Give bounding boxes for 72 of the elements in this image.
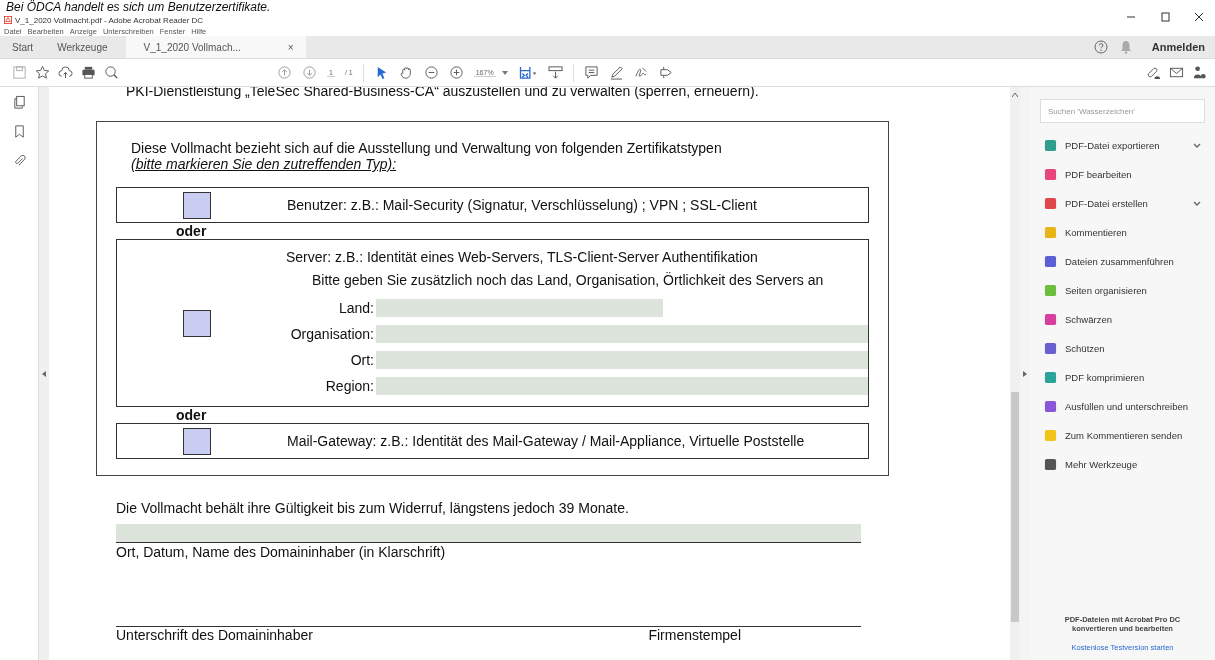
scroll-up-icon[interactable] — [1012, 93, 1018, 97]
hand-icon[interactable] — [398, 65, 414, 80]
separator-text: oder — [175, 408, 208, 423]
field-label: Organisation: — [289, 326, 374, 342]
tool-item[interactable]: Kommentieren — [1040, 218, 1205, 247]
scrollbar[interactable] — [1010, 87, 1020, 660]
signature-icon[interactable] — [633, 65, 649, 80]
search-field[interactable]: Suchen 'Wasserzeichen' — [1040, 99, 1205, 123]
separator-text: oder — [175, 224, 208, 239]
collapse-left-icon[interactable] — [42, 370, 46, 377]
checkbox[interactable] — [183, 191, 211, 219]
option-text: Server: z.B.: Identität eines Web-Servers, TLS-Client-Server Authentifikation — [286, 248, 759, 267]
tool-item[interactable]: Schwärzen — [1040, 305, 1205, 334]
tool-item[interactable]: Schützen — [1040, 334, 1205, 363]
scroll-mode-icon[interactable] — [547, 65, 563, 80]
option-text: Benutzer: z.B.: Mail-Security (Signatur, Verschlüsselung) ; VPN ; SSL-Client — [287, 196, 758, 215]
restore-icon[interactable] — [1159, 11, 1171, 23]
option-text: Bitte geben Sie zusätzlich noch das Land, Organisation, Örtlichkeit des Servers an — [311, 271, 825, 290]
document-text: Diese Vollmacht bezieht sich auf die Ausstellung und Verwaltung von folgenden Zertifikatstypen — [130, 140, 723, 156]
tool-item[interactable]: PDF komprimieren — [1040, 363, 1205, 392]
input-field[interactable] — [116, 524, 861, 543]
tag-icon[interactable] — [658, 65, 674, 80]
tool-item[interactable]: Zum Kommentieren senden — [1040, 421, 1205, 450]
tab[interactable]: Start — [0, 36, 46, 58]
stamp-caption: Firmenstempel — [648, 627, 741, 643]
pdf-logo-icon — [4, 16, 12, 24]
upload-cloud-icon[interactable] — [58, 65, 73, 80]
mail-icon[interactable] — [1169, 65, 1184, 80]
signature-caption: Unterschrift des Domaininhaber — [116, 627, 313, 643]
expand-right-icon[interactable] — [1023, 370, 1027, 377]
caption-text: Bei ÖDCA handelt es sich um Benutzerzertifikate. — [5, 0, 272, 14]
tool-item[interactable]: Mehr Werkzeuge — [1040, 450, 1205, 479]
field-caption: Ort, Datum, Name des Domaininhaber (in Klarschrift) — [115, 544, 447, 560]
zoom-out-icon[interactable] — [423, 65, 439, 80]
tool-item[interactable]: Ausfüllen und unterschreiben — [1040, 392, 1205, 421]
help-icon[interactable] — [1093, 40, 1108, 54]
close-icon[interactable] — [1193, 11, 1205, 23]
checkbox[interactable] — [182, 309, 211, 337]
chevron-icon[interactable] — [1193, 143, 1201, 148]
field-label: Ort: — [349, 352, 374, 368]
star-icon[interactable] — [35, 65, 50, 80]
field-label: Land: — [337, 300, 374, 316]
input-field[interactable] — [376, 299, 663, 317]
input-field[interactable] — [376, 351, 868, 369]
search-icon[interactable] — [104, 65, 119, 80]
tab[interactable]: V_1_2020 Vollmach... × — [125, 36, 306, 58]
tool-item[interactable]: PDF-Datei exportieren — [1040, 131, 1205, 160]
fit-page-icon[interactable] — [517, 65, 538, 80]
zoom-in-icon[interactable] — [448, 65, 464, 80]
comment-icon[interactable] — [583, 65, 599, 80]
tab[interactable]: Werkzeuge — [45, 36, 120, 58]
tool-item[interactable]: Dateien zusammenführen — [1040, 247, 1205, 276]
document-text: Die Vollmacht behält ihre Gültigkeit bis zum Widerruf, längstens jedoch 39 Monate. — [115, 500, 630, 516]
option-text: Mail-Gateway: z.B.: Identität des Mail-Gateway / Mail-Appliance, Virtuelle Poststelle — [287, 432, 806, 451]
checkbox[interactable] — [183, 427, 211, 455]
field-label: Region: — [324, 378, 374, 394]
pages-icon[interactable] — [11, 95, 27, 110]
tool-item[interactable]: PDF-Datei erstellen — [1040, 189, 1205, 218]
sign-in-button[interactable]: Anmelden — [1143, 39, 1215, 55]
pen-icon[interactable] — [608, 65, 624, 80]
user-add-icon[interactable] — [1192, 65, 1207, 80]
tool-item[interactable]: Seiten organisieren — [1040, 276, 1205, 305]
input-field[interactable] — [376, 377, 868, 395]
tab-close-button[interactable]: × — [287, 41, 294, 53]
window-title: V_1_2020 Vollmacht.pdf - Adobe Acrobat Reader DC — [15, 15, 204, 25]
print-icon[interactable] — [81, 65, 96, 80]
input-field[interactable] — [376, 325, 868, 343]
tool-item[interactable]: PDF bearbeiten — [1040, 160, 1205, 189]
link-person-icon[interactable] — [1146, 65, 1161, 80]
chevron-icon[interactable] — [1193, 201, 1201, 206]
caret-icon[interactable] — [501, 70, 508, 75]
instruction-text: (bitte markieren Sie den zutreffenden Typ): — [130, 156, 398, 172]
